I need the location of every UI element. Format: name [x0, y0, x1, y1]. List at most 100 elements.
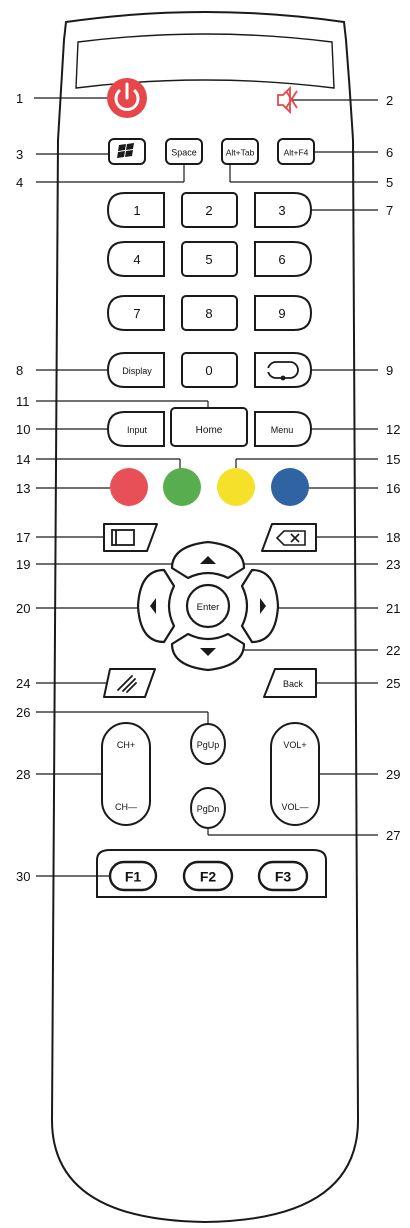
vol-minus-label: VOL—	[281, 802, 308, 812]
enter-label: Enter	[197, 602, 220, 613]
remote-control-diagram: 1 2 3 4 5 6 7 8 9 10 11 12 13 14 15 16 1…	[16, 11, 400, 1224]
callout-15: 15	[386, 452, 400, 467]
callout-2: 2	[386, 93, 393, 108]
callout-8: 8	[16, 363, 23, 378]
red-button[interactable]	[110, 468, 148, 506]
callout-29: 29	[386, 767, 400, 782]
pen-button[interactable]	[103, 668, 156, 698]
display-button[interactable]: Display	[106, 352, 165, 388]
callout-18: 18	[386, 530, 400, 545]
callout-30: 30	[16, 869, 30, 884]
space-label: Space	[171, 148, 197, 158]
f2-button[interactable]: F2	[182, 860, 234, 892]
input-button[interactable]: Input	[106, 411, 165, 447]
callout-1: 1	[16, 91, 23, 106]
display-label: Display	[122, 366, 152, 376]
enter-button[interactable]: Enter	[185, 583, 231, 629]
callout-7: 7	[386, 203, 393, 218]
callout-13: 13	[16, 481, 30, 496]
input-label: Input	[127, 425, 148, 435]
pc-window-button[interactable]	[103, 523, 158, 552]
num-2-label: 2	[205, 203, 212, 218]
callout-12: 12	[386, 422, 400, 437]
num-5-button[interactable]: 5	[181, 241, 238, 277]
green-button[interactable]	[163, 468, 201, 506]
callout-21: 21	[386, 601, 400, 616]
num-9-button[interactable]: 9	[254, 295, 313, 331]
pgdn-button[interactable]: PgDn	[190, 787, 226, 829]
num-1-label: 1	[133, 203, 140, 218]
volume-rocker[interactable]: VOL+ VOL—	[270, 722, 320, 826]
backspace-button[interactable]	[261, 523, 317, 552]
ch-plus-label: CH+	[117, 740, 135, 750]
dpad-up-button[interactable]	[170, 540, 246, 580]
power-button[interactable]	[107, 78, 147, 118]
num-3-button[interactable]: 3	[254, 192, 313, 228]
ch-minus-label: CH—	[115, 802, 137, 812]
dpad-left-button[interactable]	[136, 568, 176, 644]
pgup-label: PgUp	[197, 740, 220, 750]
windows-key-button[interactable]	[108, 138, 146, 165]
callout-20: 20	[16, 601, 30, 616]
dpad: Enter	[136, 540, 280, 672]
callout-19: 19	[16, 557, 30, 572]
yellow-button[interactable]	[217, 468, 255, 506]
num-7-label: 7	[133, 306, 140, 321]
f1-label: F1	[125, 869, 142, 885]
alt-tab-label: Alt+Tab	[226, 148, 255, 158]
num-5-label: 5	[205, 252, 212, 267]
num-1-button[interactable]: 1	[106, 192, 165, 228]
num-2-button[interactable]: 2	[181, 192, 238, 228]
callout-25: 25	[386, 676, 400, 691]
num-8-button[interactable]: 8	[181, 295, 238, 331]
source-loop-button[interactable]	[254, 352, 313, 388]
num-3-label: 3	[278, 203, 285, 218]
callout-6: 6	[386, 145, 393, 160]
alt-tab-button[interactable]: Alt+Tab	[221, 138, 259, 165]
color-buttons	[110, 468, 309, 506]
num-4-label: 4	[133, 252, 140, 267]
dpad-down-button[interactable]	[170, 632, 246, 672]
f1-button[interactable]: F1	[108, 860, 158, 892]
callout-27: 27	[386, 828, 400, 843]
callout-22: 22	[386, 643, 400, 658]
callout-3: 3	[16, 147, 23, 162]
callout-10: 10	[16, 422, 30, 437]
callout-24: 24	[16, 676, 30, 691]
alt-f4-button[interactable]: Alt+F4	[277, 138, 315, 165]
callout-26: 26	[16, 705, 30, 720]
f3-label: F3	[275, 869, 292, 885]
num-0-label: 0	[205, 363, 212, 378]
pgup-button[interactable]: PgUp	[190, 723, 226, 765]
numpad: 1 2 3 4 5 6 7 8 9 Display 0 Input Home M…	[106, 192, 313, 447]
num-4-button[interactable]: 4	[106, 241, 165, 277]
callout-28: 28	[16, 767, 30, 782]
callout-4: 4	[16, 175, 23, 190]
dpad-right-button[interactable]	[240, 568, 280, 644]
menu-label: Menu	[271, 425, 294, 435]
alt-f4-label: Alt+F4	[284, 148, 309, 158]
num-0-button[interactable]: 0	[181, 352, 238, 388]
back-button[interactable]: Back	[263, 668, 317, 698]
callout-14: 14	[16, 452, 30, 467]
num-8-label: 8	[205, 306, 212, 321]
num-6-label: 6	[278, 252, 285, 267]
num-6-button[interactable]: 6	[254, 241, 313, 277]
num-7-button[interactable]: 7	[106, 295, 165, 331]
callout-9: 9	[386, 363, 393, 378]
blue-button[interactable]	[271, 468, 309, 506]
channel-rocker[interactable]: CH+ CH—	[101, 722, 151, 826]
callout-23: 23	[386, 557, 400, 572]
space-button[interactable]: Space	[165, 138, 203, 165]
mute-button[interactable]	[270, 85, 298, 115]
back-label: Back	[283, 679, 304, 689]
f2-label: F2	[200, 869, 217, 885]
callout-16: 16	[386, 481, 400, 496]
function-keys-group: F1 F2 F3	[96, 849, 327, 898]
num-9-label: 9	[278, 306, 285, 321]
f3-button[interactable]: F3	[257, 860, 309, 892]
callout-17: 17	[16, 530, 30, 545]
menu-button[interactable]: Menu	[254, 411, 313, 447]
home-button[interactable]: Home	[170, 407, 248, 447]
vol-plus-label: VOL+	[283, 740, 306, 750]
